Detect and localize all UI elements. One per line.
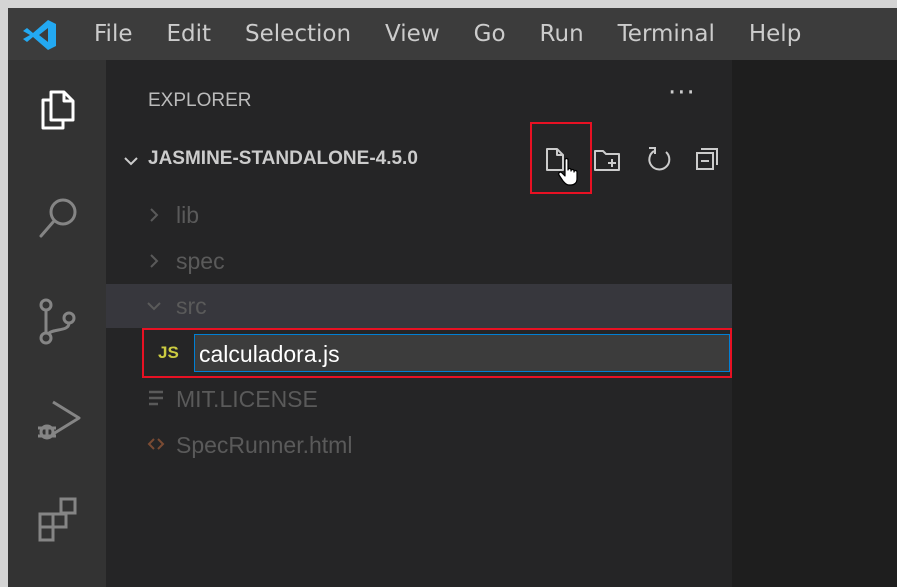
tree-item-mit-license[interactable]: MIT.LICENSE [106,377,732,421]
menu-bar: File Edit Selection View Go Run Terminal… [94,8,835,60]
new-folder-icon[interactable] [590,142,624,176]
vscode-window: File Edit Selection View Go Run Terminal… [8,8,897,587]
license-file-icon [149,390,163,406]
menu-view[interactable]: View [385,21,440,47]
explorer-icon[interactable] [33,84,83,134]
activity-bar [8,60,106,587]
menu-terminal[interactable]: Terminal [618,21,715,47]
title-bar: File Edit Selection View Go Run Terminal… [8,8,897,60]
chevron-right-icon [150,208,159,222]
extensions-icon[interactable] [33,494,83,544]
new-file-highlight [530,122,592,194]
html-file-icon [147,438,165,450]
tree-item-label: lib [176,202,200,228]
editor-area [732,60,897,587]
explorer-sidebar: EXPLORER ··· JASMINE-STANDALONE-4.5.0 li… [106,60,732,587]
explorer-title: EXPLORER [148,90,252,111]
source-control-icon[interactable] [33,296,83,346]
menu-go[interactable]: Go [474,21,506,47]
tree-item-spec[interactable]: spec [106,239,732,283]
menu-run[interactable]: Run [540,21,584,47]
js-file-icon: JS [158,343,179,362]
tree-item-lib[interactable]: lib [106,193,732,237]
chevron-right-icon [150,254,159,268]
run-debug-icon[interactable] [33,394,83,444]
menu-help[interactable]: Help [749,21,801,47]
workspace-title: JASMINE-STANDALONE-4.5.0 [148,148,418,169]
menu-selection[interactable]: Selection [245,21,351,47]
workspace-section-header[interactable]: JASMINE-STANDALONE-4.5.0 [106,122,732,194]
tree-item-label: MIT.LICENSE [176,386,318,412]
search-icon[interactable] [33,194,83,244]
tree-item-specrunner[interactable]: SpecRunner.html [106,423,732,467]
collapse-all-icon[interactable] [690,142,724,176]
vscode-logo-icon [23,20,56,50]
menu-file[interactable]: File [94,21,133,47]
new-file-name-input[interactable] [194,334,730,372]
chevron-down-icon [147,302,161,311]
tree-item-src[interactable]: src [106,284,732,328]
menu-edit[interactable]: Edit [167,21,212,47]
new-file-input-row: JS [142,328,732,378]
refresh-icon[interactable] [642,142,676,176]
tree-item-label: spec [176,248,225,274]
tree-item-label: SpecRunner.html [176,432,353,458]
more-actions-icon[interactable]: ··· [668,78,696,108]
tree-item-label: src [176,293,207,319]
chevron-down-icon [124,157,138,166]
